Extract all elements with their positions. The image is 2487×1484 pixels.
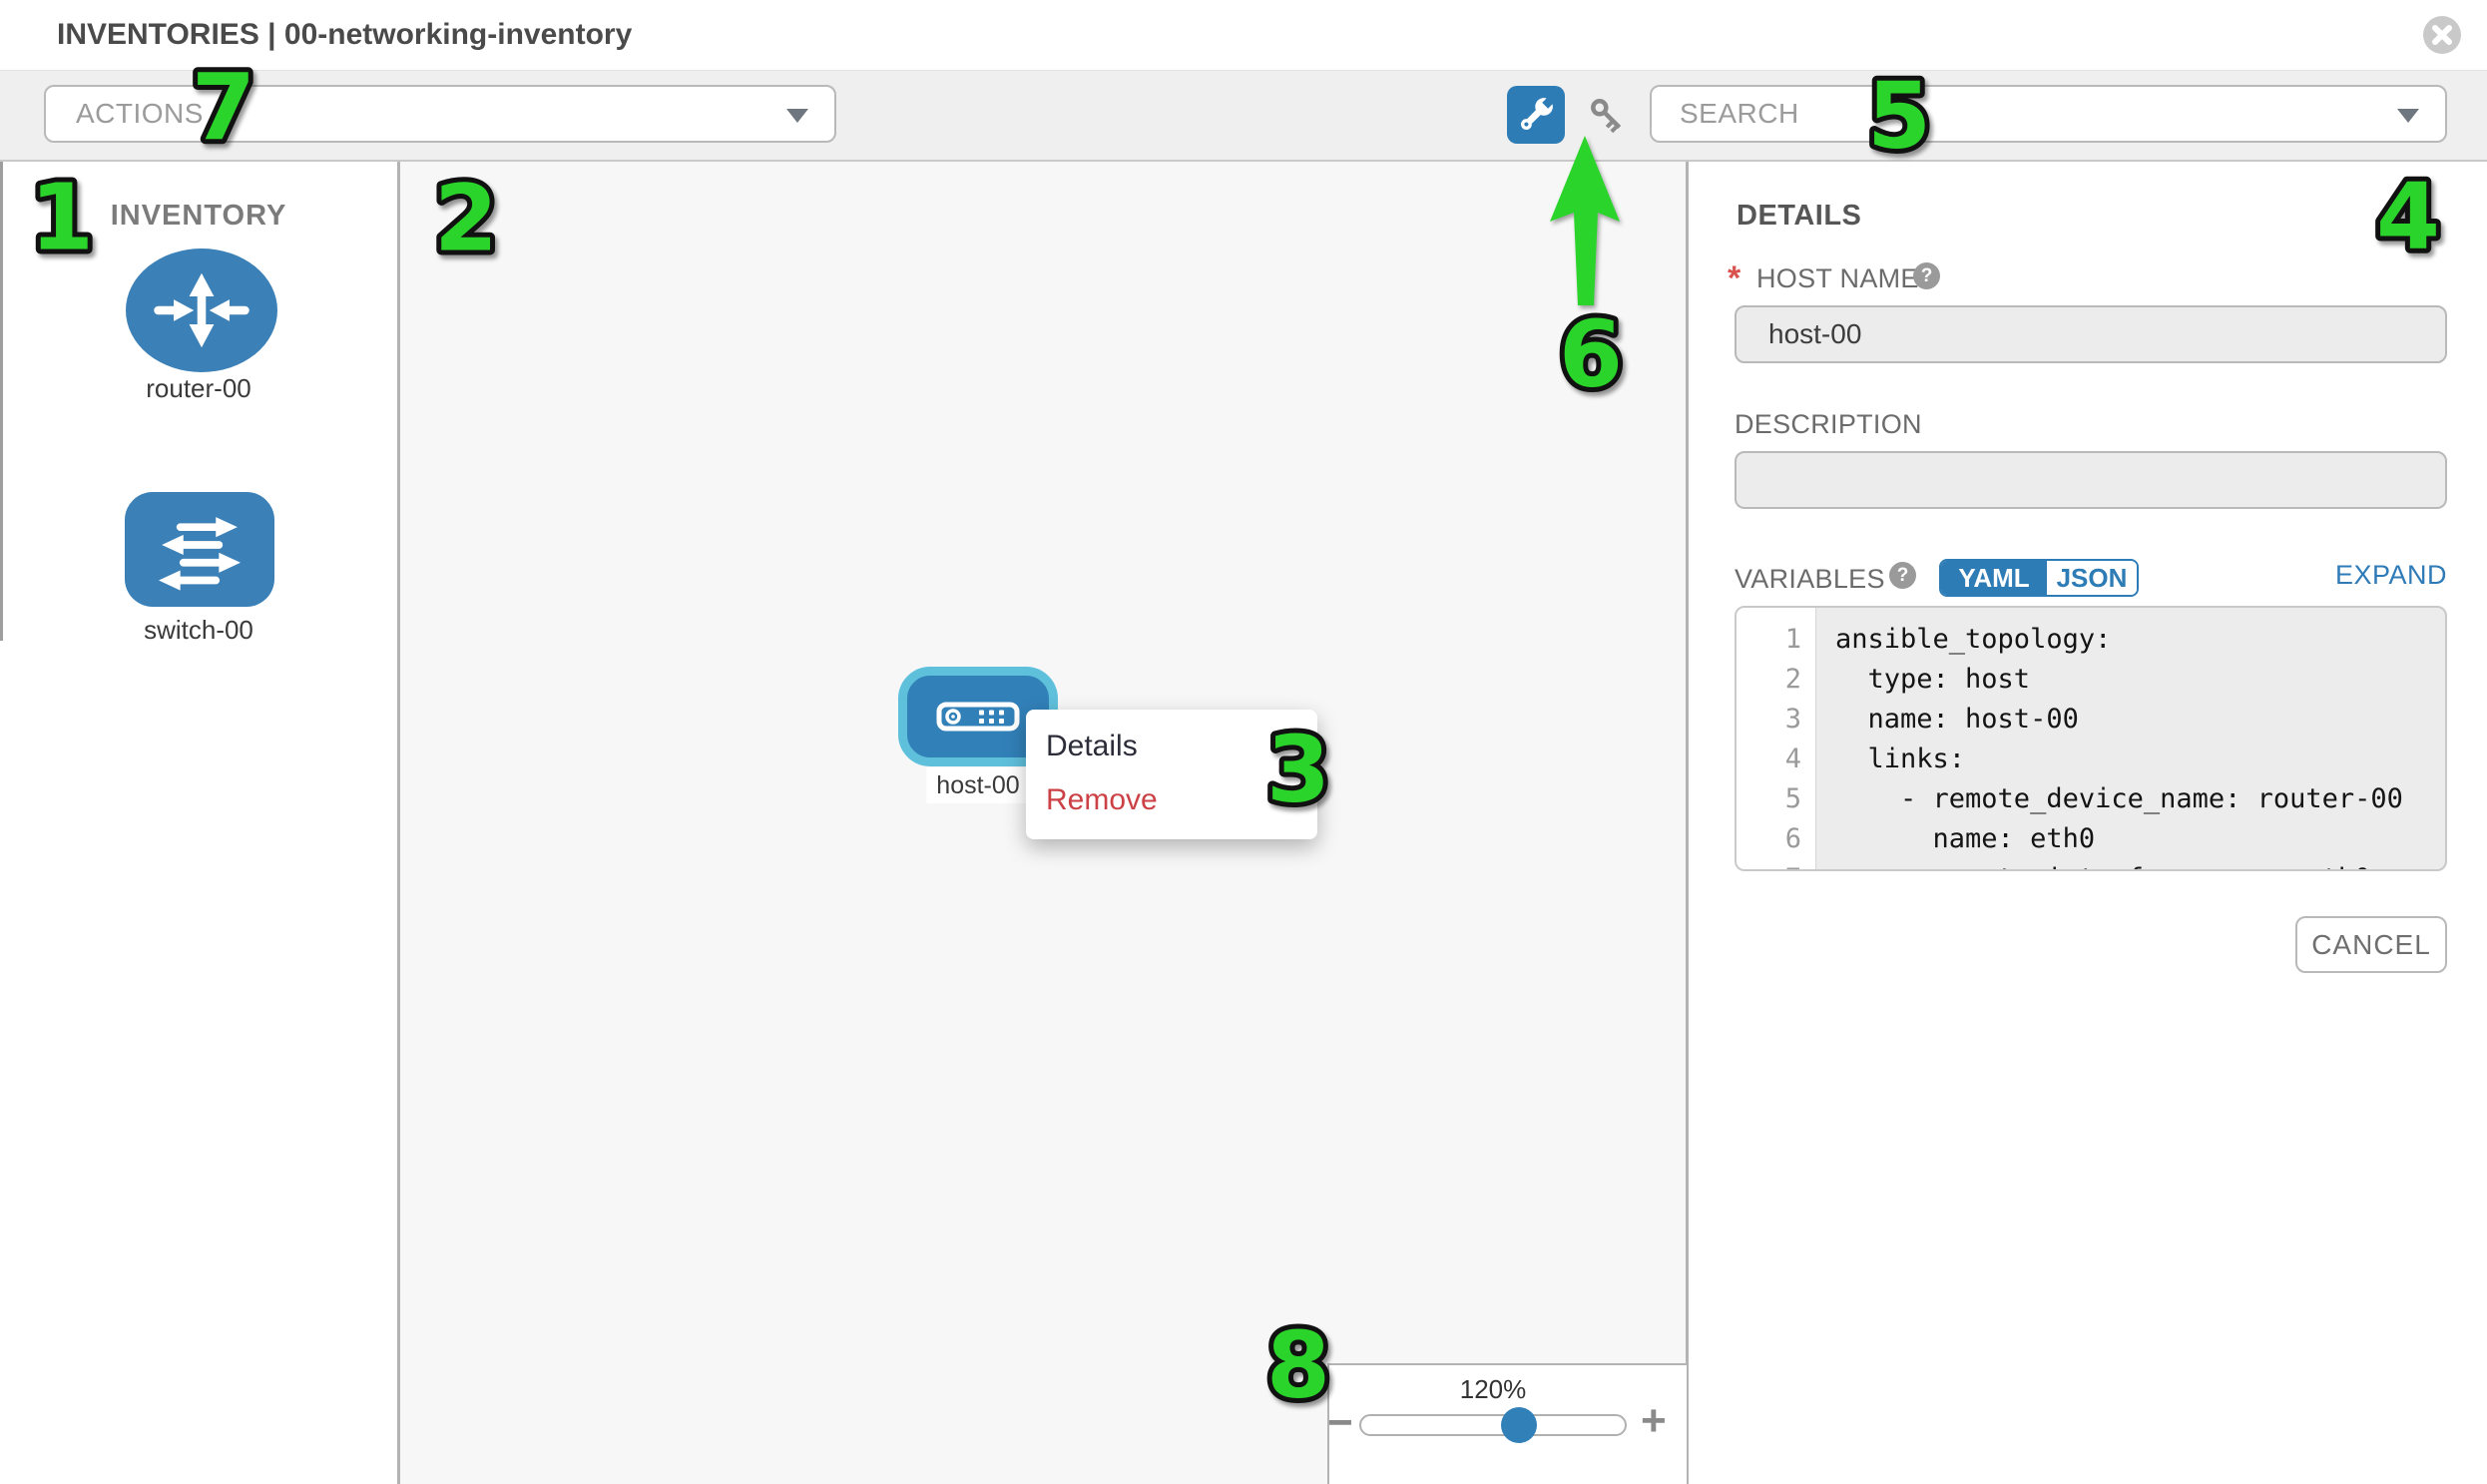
wrench-icon: [1510, 89, 1562, 141]
node-context-menu: Details Remove: [1026, 710, 1317, 839]
line-number: 2: [1737, 660, 1815, 700]
code-line: - remote_device_name: router-00: [1835, 779, 2445, 819]
page-title: INVENTORIES | 00-networking-inventory: [57, 18, 632, 52]
line-number: 6: [1737, 819, 1815, 859]
variables-label: VARIABLES: [1735, 564, 1885, 595]
zoom-slider-knob[interactable]: [1501, 1407, 1537, 1443]
close-button[interactable]: [2423, 16, 2461, 54]
host-icon: [936, 702, 1020, 732]
code-gutter: 1 2 3 4 5 6 7: [1737, 608, 1816, 869]
palette-item-label: router-00: [0, 373, 397, 404]
code-line: name: host-00: [1835, 700, 2445, 740]
host-node-label: host-00: [926, 767, 1029, 803]
host-name-input[interactable]: [1735, 305, 2447, 363]
variables-format-toggle: YAML JSON: [1939, 559, 2139, 597]
zoom-in-button[interactable]: +: [1641, 1401, 1667, 1441]
chevron-down-icon: [786, 109, 808, 123]
tab-json[interactable]: JSON: [2047, 561, 2137, 595]
help-icon[interactable]: [1889, 562, 1916, 589]
search-dropdown[interactable]: SEARCH: [1650, 85, 2447, 143]
palette-item-label: switch-00: [0, 615, 397, 646]
actions-dropdown[interactable]: ACTIONS: [44, 85, 836, 143]
host-name-label: HOST NAME: [1756, 263, 1919, 294]
line-number: 3: [1737, 700, 1815, 740]
key-icon: [1584, 92, 1634, 142]
sidebar-title: INVENTORY: [0, 200, 397, 233]
zoom-level-value: 120%: [1423, 1374, 1563, 1405]
code-content[interactable]: ansible_topology: type: host name: host-…: [1817, 608, 2445, 869]
required-marker: *: [1728, 259, 1741, 298]
palette-item-switch[interactable]: [125, 492, 274, 607]
code-line: ansible_topology:: [1835, 620, 2445, 660]
tab-yaml[interactable]: YAML: [1941, 561, 2047, 595]
help-icon[interactable]: [1913, 262, 1940, 289]
palette-item-router[interactable]: [126, 248, 277, 372]
zoom-slider-track[interactable]: [1359, 1414, 1627, 1436]
context-menu-item-remove[interactable]: Remove: [1026, 773, 1317, 827]
line-number: 7: [1737, 859, 1815, 871]
line-number: 5: [1737, 779, 1815, 819]
line-number: 1: [1737, 620, 1815, 660]
description-label: DESCRIPTION: [1735, 409, 1922, 440]
line-number: 4: [1737, 740, 1815, 779]
code-line: remote_interface_name: eth0: [1835, 859, 2445, 871]
actions-dropdown-label: ACTIONS: [76, 98, 204, 130]
cancel-button[interactable]: CANCEL: [2295, 916, 2447, 973]
toggle-toolbox-button[interactable]: [1507, 86, 1565, 144]
key-button[interactable]: [1581, 92, 1637, 142]
chevron-down-icon: [2397, 109, 2419, 123]
expand-link[interactable]: EXPAND: [2335, 560, 2447, 591]
description-input[interactable]: [1735, 451, 2447, 509]
context-menu-item-details[interactable]: Details: [1026, 720, 1317, 773]
details-panel-title: DETAILS: [1737, 200, 1861, 233]
code-line: type: host: [1835, 660, 2445, 700]
switch-icon: [142, 505, 257, 595]
code-line: name: eth0: [1835, 819, 2445, 859]
variables-code-editor[interactable]: 1 2 3 4 5 6 7 ansible_topology: type: ho…: [1735, 606, 2447, 871]
close-icon: [2423, 16, 2461, 54]
search-dropdown-label: SEARCH: [1680, 98, 1799, 130]
code-line: links:: [1835, 740, 2445, 779]
router-icon: [143, 261, 260, 359]
zoom-out-button[interactable]: −: [1327, 1403, 1353, 1443]
